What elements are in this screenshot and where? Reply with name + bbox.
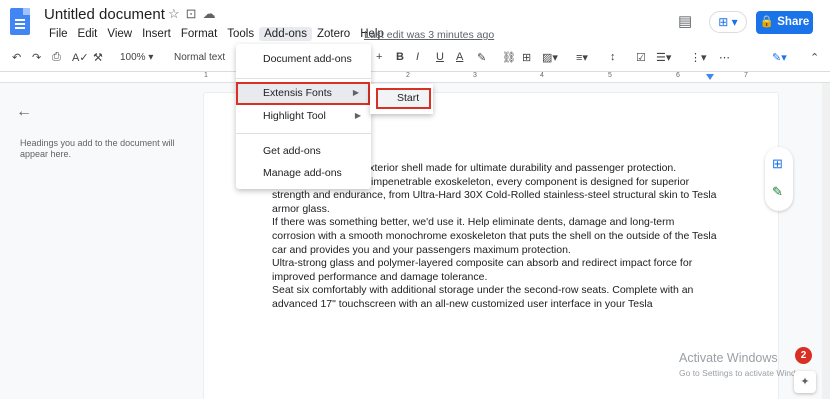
close-outline-arrow-icon[interactable]: ← [16,103,32,121]
menu-item-get-add-ons[interactable]: Get add-ons [236,140,371,162]
vertical-scrollbar[interactable] [822,83,830,399]
doc-line: corrosion with a smooth monochrome exosk… [272,229,717,242]
line-spacing-icon[interactable]: ↕ [610,51,616,63]
outline-hint: Headings you add to the document will ap… [20,138,175,159]
right-indent-marker[interactable] [706,74,714,80]
app-header: Untitled document ☆⊡☁ File Edit View Ins… [0,0,830,46]
editing-mode-icon[interactable]: ✎▾ [772,51,787,64]
doc-line: car and provides you and your passengers… [272,243,571,256]
underline-icon[interactable]: U [436,51,444,63]
menu-bar: File Edit View Insert Format Tools Add-o… [44,27,389,41]
toolbar: ↶ ↷ ⎙ A✓ ⚒ 100% ▾ Normal text + B I U A … [0,46,830,72]
print-icon[interactable]: ⎙ [52,51,61,64]
align-icon[interactable]: ≡▾ [576,51,588,64]
menu-tools[interactable]: Tools [222,27,259,41]
extensis-fonts-submenu: Start [370,84,433,114]
doc-line: Seat six comfortably with additional sto… [272,284,694,297]
doc-line: armor glass. [272,202,330,215]
undo-icon[interactable]: ↶ [12,51,21,64]
menu-item-manage-add-ons[interactable]: Manage add-ons [236,162,371,184]
comment-history-icon[interactable]: ▤ [678,12,692,30]
more-icon[interactable]: ⋯ [719,51,730,64]
doc-line: strength and endurance, from Ultra-Hard … [272,189,717,202]
docs-logo-icon[interactable] [10,8,30,35]
zoom-select[interactable]: 100% ▾ [120,52,153,63]
submenu-arrow-icon: ▶ [352,88,359,97]
menu-divider [236,78,371,79]
suggest-edits-icon[interactable]: ✎ [772,184,783,200]
cloud-status-icon[interactable]: ☁ [203,6,222,21]
paint-format-icon[interactable]: ⚒ [93,51,103,64]
floating-side-tools: ⊞ ✎ [765,147,793,211]
text-color-icon[interactable]: A [456,51,463,63]
share-button[interactable]: 🔒 Share [756,11,813,34]
insert-image-icon[interactable]: ▨▾ [542,51,558,64]
present-button[interactable]: ⊞ ▾ [709,11,747,33]
ruler[interactable]: 1 1 2 3 4 5 6 7 [0,72,830,83]
present-icon: ⊞ ▾ [718,15,738,29]
star-icon[interactable]: ☆ [168,6,186,21]
menu-item-document-add-ons[interactable]: Document add-ons [236,48,371,70]
highlight-color-icon[interactable]: ✎ [477,51,486,64]
italic-icon[interactable]: I [416,51,419,63]
doc-line: Ultra-strong glass and polymer-layered c… [272,257,693,270]
menu-zotero[interactable]: Zotero [312,27,355,41]
bold-icon[interactable]: B [396,51,404,63]
menu-file[interactable]: File [44,27,73,41]
add-ons-menu: Document add-ons Highlight Tool ▶ Get add… [236,44,371,189]
document-outline-panel: ← Headings you add to the document will … [0,83,200,399]
add-comment-icon[interactable]: ⊞ [522,51,531,64]
numbered-list-icon[interactable]: ⋮▾ [690,51,707,64]
last-edit-link[interactable]: Last edit was 3 minutes ago [364,29,494,41]
doc-line: If there was something better, we'd use … [272,216,675,229]
menu-edit[interactable]: Edit [73,27,103,41]
doc-line: advanced 17" touchscreen with an all-new… [272,297,653,310]
document-title[interactable]: Untitled document [44,6,165,23]
increase-font-icon[interactable]: + [376,51,382,63]
redo-icon[interactable]: ↷ [32,51,41,64]
link-icon[interactable]: ⛓ [502,51,516,64]
explore-icon[interactable]: ✦ [794,371,816,393]
spellcheck-icon[interactable]: A✓ [72,51,89,64]
menu-divider [236,133,371,134]
doc-line: improved performance and damage toleranc… [272,270,488,283]
menu-item-extensis-fonts[interactable]: Extensis Fonts ▶ [236,82,370,105]
menu-insert[interactable]: Insert [137,27,176,41]
notification-badge[interactable]: 2 [795,347,812,364]
menu-item-highlight-tool[interactable]: Highlight Tool ▶ [236,105,371,127]
collapse-toolbar-icon[interactable]: ⌃ [810,51,819,64]
style-select[interactable]: Normal text [174,52,225,63]
menu-add-ons[interactable]: Add-ons [259,27,312,41]
bulleted-list-icon[interactable]: ☰▾ [656,51,671,64]
menu-view[interactable]: View [102,27,137,41]
submenu-arrow-icon: ▶ [354,111,361,120]
checklist-icon[interactable]: ☑ [636,51,646,64]
add-comment-float-icon[interactable]: ⊞ [772,156,783,172]
start-menu-item[interactable]: Start [376,88,431,109]
menu-format[interactable]: Format [176,27,222,41]
folder-move-icon[interactable]: ⊡ [186,6,203,21]
